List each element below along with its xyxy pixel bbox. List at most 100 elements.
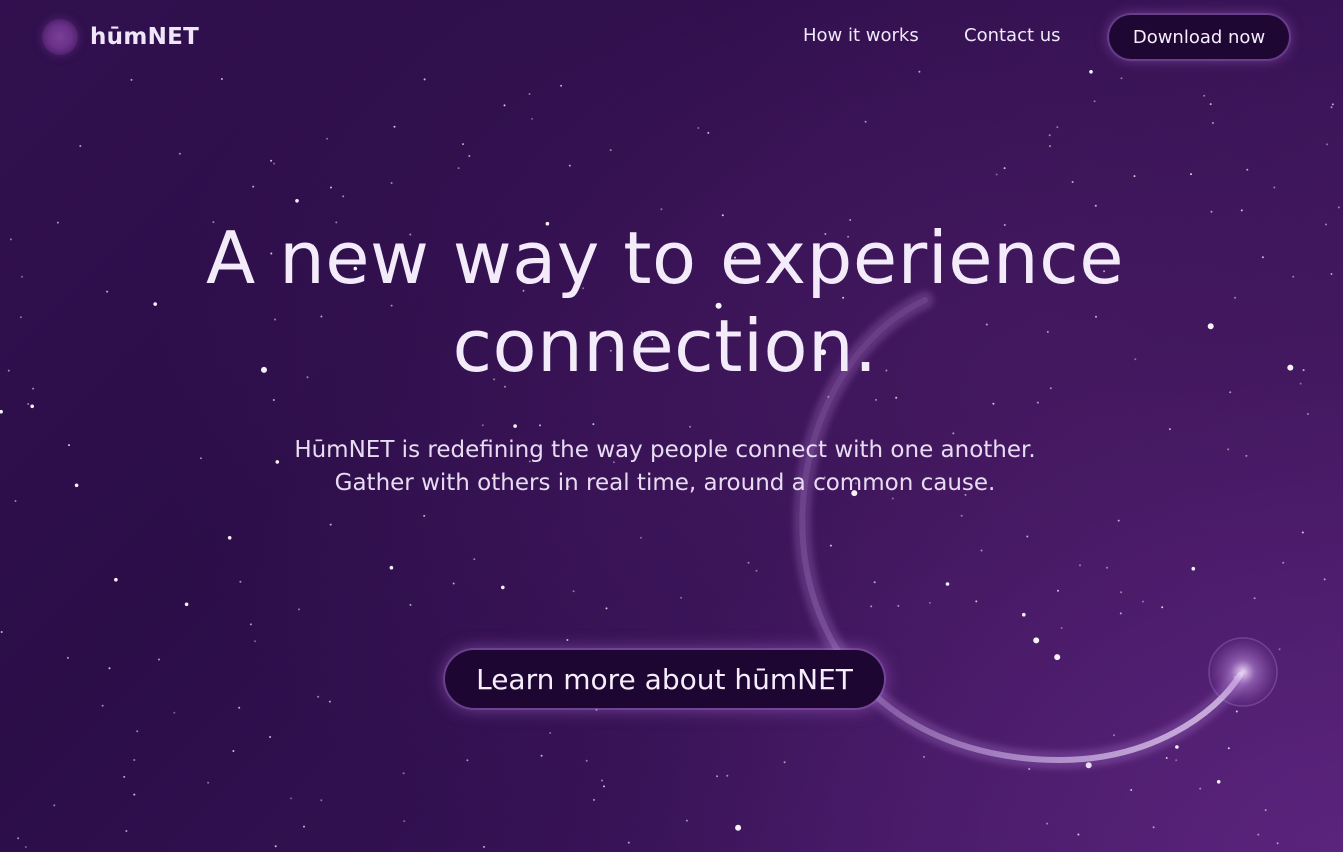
star (53, 804, 56, 807)
star (1199, 787, 1202, 790)
star (273, 162, 276, 165)
nav-link-contact-us[interactable]: Contact us (964, 25, 1061, 46)
star (995, 173, 998, 176)
star (593, 798, 595, 801)
star (1211, 122, 1214, 124)
star (303, 825, 305, 828)
star (317, 695, 320, 698)
star (1077, 833, 1080, 836)
star (1306, 413, 1309, 415)
star (1210, 210, 1213, 213)
star (178, 152, 181, 155)
star (1119, 612, 1122, 615)
star (133, 793, 136, 796)
star (680, 596, 683, 599)
star (330, 186, 332, 189)
star (685, 819, 688, 822)
star (101, 704, 104, 707)
star (298, 608, 300, 611)
star (1060, 627, 1063, 629)
star (227, 536, 232, 540)
star (592, 423, 595, 426)
star (403, 820, 406, 823)
star (827, 395, 830, 398)
star (1227, 747, 1230, 750)
star (1085, 762, 1092, 769)
star (975, 600, 978, 603)
star (1079, 564, 1081, 567)
star (1175, 745, 1179, 749)
hero-headline-line2: connection. (452, 304, 878, 388)
star (1048, 134, 1051, 137)
star (627, 841, 630, 844)
star (540, 754, 543, 757)
star (1330, 106, 1333, 109)
star (24, 846, 27, 848)
star (1190, 173, 1192, 176)
star (595, 708, 598, 711)
star (320, 799, 323, 802)
nav-link-how-it-works[interactable]: How it works (803, 25, 919, 46)
star (173, 711, 176, 714)
star (1165, 757, 1168, 759)
star (735, 824, 742, 831)
hero-headline-line1: A new way to experience (205, 216, 1125, 300)
star (1130, 789, 1133, 791)
download-now-button[interactable]: Download now (1109, 15, 1289, 59)
star (1033, 637, 1040, 644)
star (1046, 822, 1049, 825)
star (252, 185, 255, 188)
star (1273, 186, 1276, 189)
star (1093, 100, 1096, 103)
star (1161, 606, 1164, 609)
star (1253, 597, 1256, 600)
star (1054, 654, 1061, 661)
star (528, 93, 531, 95)
star (409, 603, 412, 606)
star (423, 78, 426, 81)
star (747, 561, 750, 564)
star (1246, 168, 1249, 171)
star (707, 131, 710, 134)
star (1323, 578, 1326, 581)
star (1175, 759, 1178, 762)
star (274, 845, 277, 848)
star (481, 424, 484, 427)
star (1049, 145, 1051, 148)
star (1191, 566, 1196, 571)
star (870, 605, 873, 608)
star (549, 732, 552, 734)
star (270, 159, 273, 162)
star (30, 404, 34, 409)
star (1337, 206, 1340, 209)
star (462, 143, 464, 146)
star (1257, 833, 1260, 836)
star (1326, 143, 1328, 146)
star (130, 78, 133, 81)
brand-logo[interactable]: hūmNET (42, 18, 199, 56)
star (585, 759, 588, 762)
star (1056, 126, 1059, 129)
star (560, 84, 563, 87)
star (918, 70, 921, 73)
star (125, 830, 128, 832)
learn-more-button[interactable]: Learn more about hūmNET (445, 650, 884, 708)
star (874, 398, 877, 401)
star (503, 104, 506, 107)
orbit-arc-decoration (793, 291, 1279, 770)
star (108, 667, 111, 670)
star (531, 117, 534, 120)
star (501, 585, 505, 590)
star (483, 845, 485, 848)
star (295, 199, 299, 203)
star (232, 750, 235, 752)
hero-description-line2: Gather with others in real time, around … (334, 470, 996, 496)
star (184, 602, 189, 607)
star (457, 167, 460, 170)
star (716, 775, 719, 778)
star (1235, 710, 1238, 713)
hero-description-line1: HūmNET is redefining the way people conn… (294, 437, 1036, 463)
star (136, 730, 139, 733)
star (1133, 175, 1136, 178)
star (992, 402, 995, 405)
